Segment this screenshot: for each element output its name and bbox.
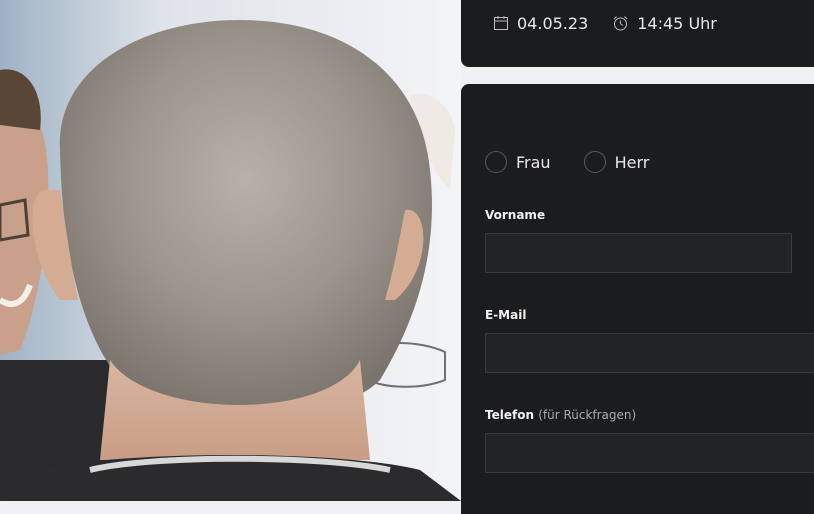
hero-photo: [0, 0, 461, 501]
email-label: E-Mail: [485, 308, 527, 322]
phone-label-text: Telefon: [485, 408, 534, 422]
appointment-date: 04.05.23: [493, 14, 588, 33]
first-name-input[interactable]: [485, 233, 792, 273]
appointment-time: 14:45 Uhr: [612, 14, 717, 33]
radio-label-frau: Frau: [516, 152, 551, 172]
radio-button-frau[interactable]: [485, 151, 507, 173]
salutation-option-herr[interactable]: Herr: [583, 151, 650, 173]
alarm-clock-icon: [612, 15, 629, 32]
phone-label-hint: (für Rückfragen): [538, 408, 637, 422]
phone-label: Telefon (für Rückfragen): [485, 408, 636, 422]
radio-button-herr[interactable]: [583, 151, 606, 173]
radio-label-herr: Herr: [614, 152, 650, 172]
appointment-time-text: 14:45 Uhr: [637, 13, 717, 33]
salutation-option-frau[interactable]: Frau: [485, 151, 551, 173]
barber-scene-illustration: [0, 0, 461, 501]
phone-input[interactable]: [485, 433, 814, 473]
contact-form-card: Frau Herr Vorname E-Mail Telefon (für Rü…: [461, 84, 814, 514]
appointment-datetime: 04.05.23 14:45 Uhr: [493, 12, 741, 34]
appointment-date-text: 04.05.23: [517, 13, 589, 33]
booking-summary-card: 04.05.23 14:45 Uhr: [461, 0, 814, 67]
calendar-icon: [493, 15, 509, 31]
salutation-radio-group: Frau Herr: [485, 151, 682, 173]
first-name-label: Vorname: [485, 208, 546, 222]
email-input[interactable]: [485, 333, 814, 373]
